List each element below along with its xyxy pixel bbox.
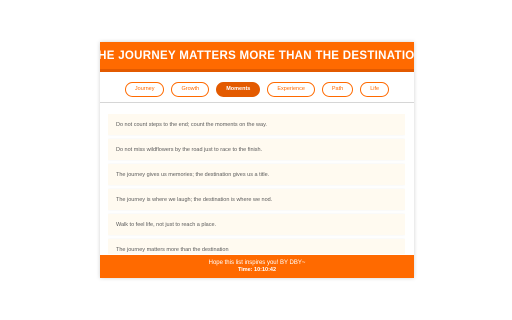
footer-message: Hope this list inspires you! BY DBY~ bbox=[208, 260, 306, 266]
header-bar: THE JOURNEY MATTERS MORE THAN THE DESTIN… bbox=[100, 42, 414, 72]
footer-time: Time: 10:10:42 bbox=[237, 267, 277, 273]
quote-item: The journey matters more than the destin… bbox=[108, 239, 405, 254]
tab-journey[interactable]: Journey bbox=[124, 81, 165, 97]
quote-list[interactable]: Do not count steps to the end; count the… bbox=[108, 114, 405, 254]
quote-item: Walk to feel life, not just to reach a p… bbox=[108, 214, 405, 235]
tab-growth[interactable]: Growth bbox=[171, 81, 210, 97]
quote-item: The journey is where we laugh; the desti… bbox=[108, 189, 405, 210]
tab-life[interactable]: Life bbox=[360, 81, 390, 97]
quote-item: Do not count steps to the end; count the… bbox=[108, 114, 405, 135]
tab-moments[interactable]: Moments bbox=[216, 81, 261, 97]
page-title: THE JOURNEY MATTERS MORE THAN THE DESTIN… bbox=[100, 49, 414, 62]
tab-experience[interactable]: Experience bbox=[267, 81, 315, 97]
quote-item: The journey gives us memories; the desti… bbox=[108, 164, 405, 185]
divider bbox=[100, 102, 414, 103]
tab-bar: Journey Growth Moments Experience Path L… bbox=[100, 76, 414, 102]
quote-item: Do not miss wildflowers by the road just… bbox=[108, 139, 405, 160]
footer-bar: Hope this list inspires you! BY DBY~ Tim… bbox=[100, 255, 414, 278]
popup-window: THE JOURNEY MATTERS MORE THAN THE DESTIN… bbox=[100, 42, 414, 278]
tab-path[interactable]: Path bbox=[321, 81, 354, 97]
